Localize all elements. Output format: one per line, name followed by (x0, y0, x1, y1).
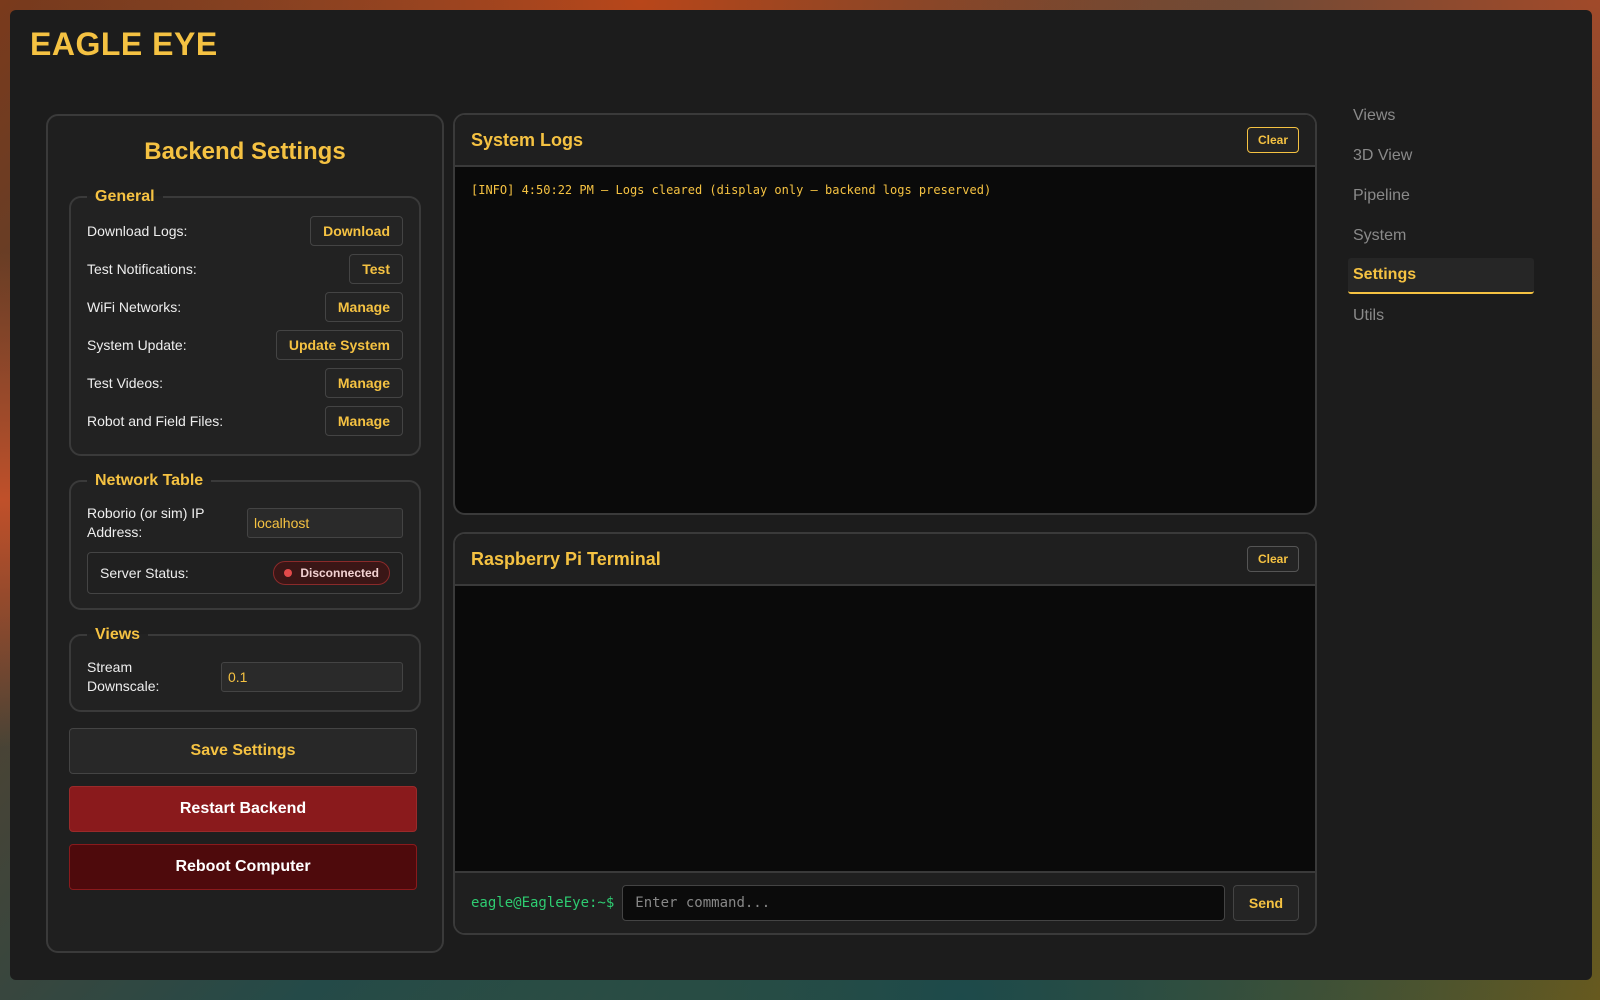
system-update-row: System Update: Update System (87, 326, 403, 364)
robot-field-files-label: Robot and Field Files: (87, 413, 224, 429)
test-videos-row: Test Videos: Manage (87, 364, 403, 402)
ip-address-input[interactable] (247, 508, 403, 538)
system-update-label: System Update: (87, 337, 187, 353)
terminal-input-row: eagle@EagleEye:~$ Send (455, 871, 1315, 933)
stream-downscale-input[interactable] (221, 662, 403, 692)
clear-logs-button[interactable]: Clear (1246, 127, 1299, 153)
terminal-prompt: eagle@EagleEye:~$ (471, 895, 615, 911)
send-button[interactable]: Send (1233, 885, 1299, 921)
views-section: Views Stream Downscale: (69, 626, 421, 712)
robot-field-files-manage-button[interactable]: Manage (324, 406, 403, 436)
test-videos-label: Test Videos: (87, 375, 164, 391)
stream-downscale-label-line2: Downscale: (87, 678, 160, 694)
download-logs-row: Download Logs: Download (87, 212, 403, 250)
ip-address-row: Roborio (or sim) IP Address: (87, 504, 403, 542)
test-notifications-label: Test Notifications: (87, 261, 197, 277)
restart-backend-button[interactable]: Restart Backend (69, 786, 417, 832)
server-status-label: Server Status: (100, 565, 189, 581)
test-notifications-row: Test Notifications: Test (87, 250, 403, 288)
wifi-networks-label: WiFi Networks: (87, 299, 182, 315)
app-window: EAGLE EYE Backend Settings General Downl… (10, 10, 1592, 980)
save-settings-button[interactable]: Save Settings (69, 728, 417, 774)
general-legend: General (95, 188, 155, 205)
terminal-output (455, 586, 1315, 871)
update-system-button[interactable]: Update System (275, 330, 403, 360)
status-badge-text: Disconnected (300, 566, 379, 580)
server-status-box: Server Status: Disconnected (87, 552, 403, 594)
test-notifications-button[interactable]: Test (349, 254, 403, 284)
nav-item-views[interactable]: Views (1348, 98, 1534, 134)
wifi-networks-row: WiFi Networks: Manage (87, 288, 403, 326)
system-logs-header: System Logs Clear (455, 115, 1315, 167)
test-videos-manage-button[interactable]: Manage (324, 368, 403, 398)
network-table-legend: Network Table (95, 472, 204, 489)
ip-address-label-line2: Address: (87, 524, 143, 540)
system-logs-title: System Logs (471, 129, 584, 150)
ip-address-label: Roborio (or sim) IP Address: (87, 504, 204, 542)
download-logs-button[interactable]: Download (310, 216, 403, 246)
command-input[interactable] (622, 885, 1225, 921)
log-output: [INFO] 4:50:22 PM – Logs cleared (displa… (455, 167, 1315, 213)
network-table-section: Network Table Roborio (or sim) IP Addres… (69, 472, 421, 610)
stream-downscale-row: Stream Downscale: (87, 658, 403, 696)
nav-item-pipeline[interactable]: Pipeline (1348, 178, 1534, 214)
nav-item-3d-view[interactable]: 3D View (1348, 138, 1534, 174)
reboot-computer-button[interactable]: Reboot Computer (69, 844, 417, 890)
nav-item-utils[interactable]: Utils (1348, 298, 1534, 334)
clear-terminal-button[interactable]: Clear (1246, 546, 1299, 572)
terminal-title: Raspberry Pi Terminal (471, 548, 661, 569)
download-logs-label: Download Logs: (87, 223, 188, 239)
log-line: [INFO] 4:50:22 PM – Logs cleared (displa… (471, 183, 992, 197)
app-title: EAGLE EYE (30, 26, 218, 62)
stream-downscale-label-line1: Stream (87, 659, 133, 675)
robot-field-files-row: Robot and Field Files: Manage (87, 402, 403, 440)
status-dot-icon (284, 569, 293, 577)
terminal-header: Raspberry Pi Terminal Clear (455, 534, 1315, 586)
side-nav: Views 3D View Pipeline System Settings U… (1348, 98, 1534, 338)
panel-title: Backend Settings (144, 138, 346, 165)
stream-downscale-label: Stream Downscale: (87, 658, 159, 696)
general-section: General Download Logs: Download Test Not… (69, 188, 421, 456)
backend-settings-panel: Backend Settings General Download Logs: … (46, 114, 444, 953)
nav-item-settings[interactable]: Settings (1348, 258, 1534, 294)
ip-address-label-line1: Roborio (or sim) IP (87, 505, 205, 521)
terminal-panel: Raspberry Pi Terminal Clear eagle@EagleE… (453, 532, 1317, 935)
nav-item-system[interactable]: System (1348, 218, 1534, 254)
status-badge: Disconnected (273, 561, 390, 585)
system-logs-panel: System Logs Clear [INFO] 4:50:22 PM – Lo… (453, 113, 1317, 515)
views-legend: Views (95, 626, 141, 643)
wifi-manage-button[interactable]: Manage (324, 292, 403, 322)
